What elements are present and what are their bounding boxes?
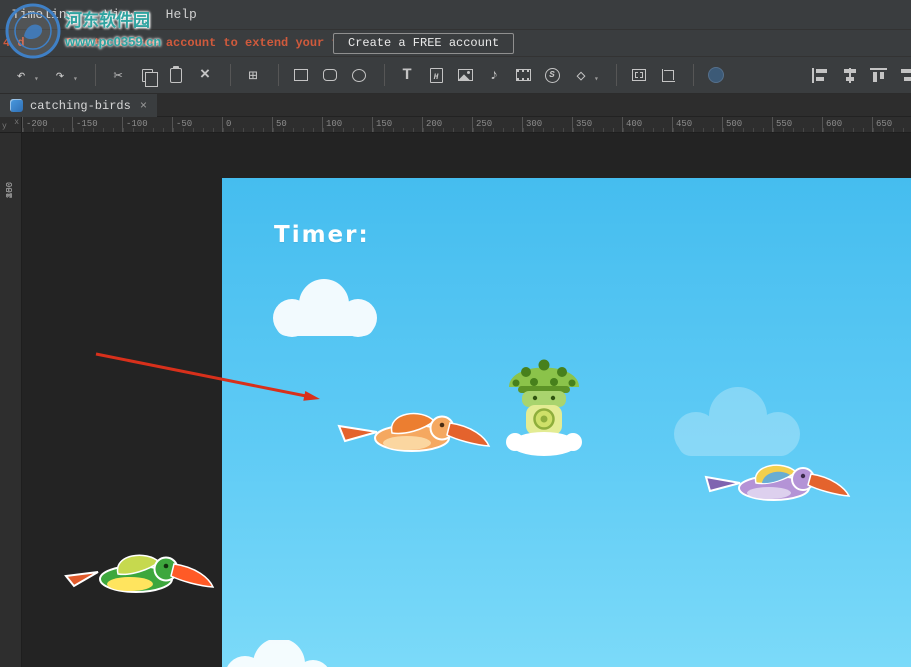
trial-bar: 4 d Create a free account to extend your… [0,30,911,57]
ruler-tick-label: 50 [272,117,322,132]
symbol-tool-icon[interactable]: S [539,62,565,88]
rectangle-tool-icon[interactable] [288,62,314,88]
insert-pane-icon[interactable]: ⊞ [240,62,266,88]
cloud-object[interactable] [262,276,392,342]
alignment-toolbar [812,57,911,94]
toolbar-separator [693,64,694,86]
ruler-y-label: y [2,122,7,131]
ruler-tick-label: 250 [472,117,522,132]
purple-bird-object[interactable] [704,459,852,507]
horizontal-ruler: -200-150-100-500501001502002503003504004… [22,117,911,133]
toolbar-separator [230,64,231,86]
document-icon [10,99,23,112]
undo-icon[interactable]: ↶ [8,62,34,88]
undo-dropdown-caret[interactable]: ▾ [34,74,44,84]
ellipse-tool-icon[interactable] [346,62,372,88]
menu-item[interactable]: Help [166,7,197,22]
text-tool-icon[interactable]: T [394,62,420,88]
html-widget-icon[interactable]: H [423,62,449,88]
ruler-x-label: x [14,118,19,127]
bottom-cloud-object[interactable] [222,640,337,667]
orange-bird-object[interactable] [337,406,492,458]
ruler-tick-label: 200 [422,117,472,132]
ruler-tick-label: -200 [22,117,72,132]
ruler-tick-label: 500 [722,117,772,132]
faint-cloud-object[interactable] [662,384,810,464]
more-shapes-icon[interactable]: ◇ [568,62,594,88]
copy-icon[interactable] [134,62,160,88]
audio-tool-icon[interactable]: ♪ [481,62,507,88]
ruler-tick-label: 550 [772,117,822,132]
ruler-tick-label: 300 [522,117,572,132]
delete-icon[interactable]: × [192,62,218,88]
rounded-rectangle-tool-icon[interactable] [317,62,343,88]
trial-days-fragment: 4 d [3,36,25,50]
shapes-dropdown-caret[interactable]: ▾ [594,74,604,84]
stage[interactable]: Timer: [222,178,911,667]
ruler-tick-label: -100 [122,117,172,132]
ruler-tick-label: 0 [222,117,272,132]
toolbar-separator [278,64,279,86]
align-right-icon[interactable] [899,68,911,83]
fit-stage-icon[interactable] [626,62,652,88]
ruler-tick-label: 100 [322,117,372,132]
toolbar: ↶ ▾ ↷ ▾ ✂ × ⊞ T H ♪ S ◇ ▾ [0,57,911,94]
document-tabbar: catching-birds × [0,94,911,117]
ruler-tick-label: 650 [872,117,911,132]
toolbar-separator [384,64,385,86]
ruler-tick-label: 400 [622,117,672,132]
ruler-corner: x y [0,117,22,133]
toolbar-separator [616,64,617,86]
ruler-tick-label: -50 [172,117,222,132]
create-account-button[interactable]: Create a FREE account [333,33,514,54]
redo-dropdown-caret[interactable]: ▾ [73,74,83,84]
canvas-area[interactable]: Timer: [22,133,911,667]
ruler-tick-label: 150 [372,117,422,132]
crop-canvas-icon[interactable] [655,62,681,88]
vertical-ruler: 050100150200250300350400450 [0,133,22,667]
paste-icon[interactable] [163,62,189,88]
tab-catching-birds[interactable]: catching-birds × [0,94,157,117]
tab-label: catching-birds [30,99,131,113]
image-tool-icon[interactable] [452,62,478,88]
timer-text-object[interactable]: Timer: [274,222,370,248]
menubar: Timeline View Help [0,0,911,30]
redo-icon[interactable]: ↷ [47,62,73,88]
cut-icon[interactable]: ✂ [105,62,131,88]
menu-item[interactable]: View [104,7,135,22]
align-left-icon[interactable] [812,68,829,83]
trial-message: Create a free account to extend your tri… [65,36,375,50]
toolbar-separator [95,64,96,86]
green-bird-object[interactable] [64,546,216,601]
ruler-tick-label: -150 [72,117,122,132]
turtle-character-object[interactable] [503,345,585,457]
menu-item[interactable]: Timeline [12,7,74,22]
ruler-tick-label: 350 [572,117,622,132]
preview-icon[interactable] [703,62,729,88]
video-tool-icon[interactable] [510,62,536,88]
ruler-tick-label: 450 [672,117,722,132]
ruler-tick-label: 600 [822,117,872,132]
tab-close-icon[interactable]: × [140,99,147,113]
application-window: Timeline View Help 4 d Create a free accou… [0,0,911,667]
align-top-icon[interactable] [870,68,887,83]
align-center-icon[interactable] [841,68,858,83]
